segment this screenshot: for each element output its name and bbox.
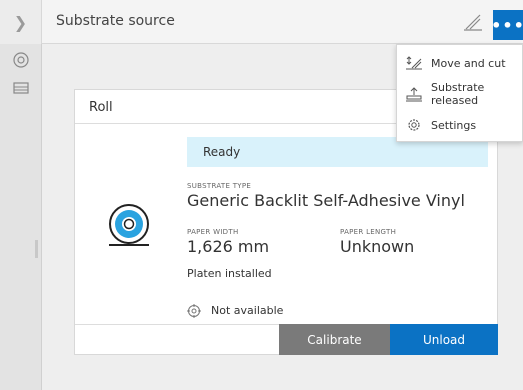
crosshair-icon <box>187 304 201 318</box>
menu-item-label: Move and cut <box>431 56 506 70</box>
calibrate-button[interactable]: Calibrate <box>279 324 390 355</box>
paper-length-label: PAPER LENGTH <box>340 228 397 236</box>
menu-item-label: Substrate released <box>431 81 485 107</box>
move-cut-icon <box>406 56 422 70</box>
substrate-type-value: Generic Backlit Self-Adhesive Vinyl <box>187 191 465 210</box>
menu-item-settings[interactable]: Settings <box>397 110 523 140</box>
menu-item-move-and-cut[interactable]: Move and cut <box>397 48 523 78</box>
gear-icon <box>408 119 420 131</box>
more-options-button[interactable]: ••• <box>491 10 523 40</box>
unload-button[interactable]: Unload <box>390 324 498 355</box>
menu-item-substrate-released[interactable]: Substrate released <box>397 79 523 109</box>
sidebar-roll-icon[interactable] <box>0 48 42 72</box>
sidebar-drag-handle[interactable] <box>35 240 38 258</box>
sidebar <box>0 44 42 390</box>
paper-width-label: PAPER WIDTH <box>187 228 239 236</box>
more-options-menu: Move and cut Substrate released Settings <box>396 44 523 142</box>
substrate-type-label: SUBSTRATE TYPE <box>187 182 252 190</box>
paper-length-value: Unknown <box>340 237 415 256</box>
menu-item-label: Settings <box>431 118 477 132</box>
expand-chevron-icon[interactable]: ❯ <box>0 0 42 44</box>
button-bar-spacer <box>75 324 279 355</box>
paper-width-value: 1,626 mm <box>187 237 270 256</box>
substrate-release-icon <box>406 87 422 102</box>
calibration-status: Not available <box>211 304 284 317</box>
roll-icon <box>109 204 149 246</box>
card-title: Roll <box>89 100 113 115</box>
top-bar: ❯ Substrate source ••• <box>0 0 523 44</box>
sidebar-sheets-icon[interactable] <box>0 76 42 100</box>
page-title: Substrate source <box>56 13 175 29</box>
cut-icon[interactable] <box>462 11 484 33</box>
platen-status: Platen installed <box>187 267 272 280</box>
